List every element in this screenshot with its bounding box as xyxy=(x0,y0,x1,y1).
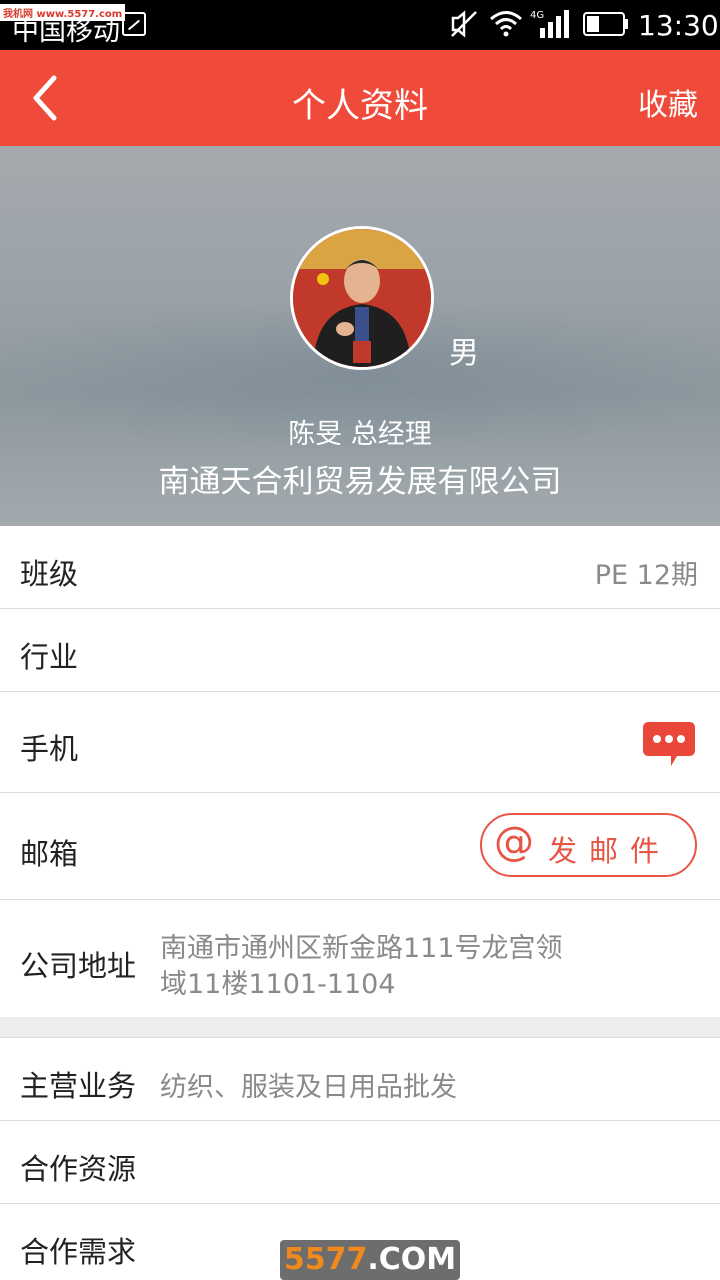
watermark-logo: 5577.COM xyxy=(280,1240,460,1280)
row-label: 手机 xyxy=(20,732,79,766)
image-notification-icon xyxy=(122,12,146,36)
name-title: 陈旻 总经理 xyxy=(288,419,432,450)
gender-label: 男 xyxy=(449,336,479,371)
at-icon: @ xyxy=(494,819,534,865)
row-class: 班级 PE 12期 xyxy=(0,526,720,609)
row-value: PE 12期 xyxy=(594,560,698,591)
row-label: 公司地址 xyxy=(20,949,137,983)
row-label: 合作资源 xyxy=(20,1152,137,1186)
address-line-2: 域11楼1101-1104 xyxy=(160,969,396,1000)
send-email-label: 发邮件 xyxy=(548,834,672,868)
row-label: 主营业务 xyxy=(20,1069,137,1103)
network-type: 4G xyxy=(530,10,544,21)
battery-icon xyxy=(583,12,628,36)
row-label: 行业 xyxy=(20,640,79,674)
avatar[interactable] xyxy=(290,226,434,370)
nav-bar: 个人资料 收藏 xyxy=(0,50,720,146)
address-line-1: 南通市通州区新金路111号龙宫领 xyxy=(160,933,563,964)
watermark-part-1: 5577 xyxy=(283,1242,368,1277)
message-icon[interactable] xyxy=(641,720,697,768)
favorite-button[interactable]: 收藏 xyxy=(638,80,698,124)
clock: 13:30 xyxy=(638,9,719,42)
page-title: 个人资料 xyxy=(292,86,428,126)
wifi-icon xyxy=(490,11,522,37)
row-address: 公司地址 南通市通州区新金路111号龙宫领 域11楼1101-1104 xyxy=(0,900,720,1017)
signal-icon: 4G xyxy=(530,10,569,38)
row-label: 合作需求 xyxy=(20,1235,137,1269)
send-email-button[interactable]: @ 发邮件 xyxy=(480,813,697,877)
profile-header: 男 陈旻 总经理 南通天合利贸易发展有限公司 xyxy=(0,146,720,526)
row-industry: 行业 xyxy=(0,609,720,692)
mute-icon xyxy=(451,10,477,38)
section-divider xyxy=(0,1017,720,1038)
row-phone: 手机 xyxy=(0,692,720,793)
row-label: 班级 xyxy=(20,557,79,591)
row-label: 邮箱 xyxy=(20,837,79,871)
avatar-photo xyxy=(293,229,431,367)
row-cooperation-resources: 合作资源 xyxy=(0,1121,720,1204)
row-main-business: 主营业务 纺织、服装及日用品批发 xyxy=(0,1038,720,1121)
watermark-part-2: .COM xyxy=(367,1242,457,1277)
row-value: 纺织、服装及日用品批发 xyxy=(160,1072,457,1103)
watermark-top: 我机网 www.5577.com xyxy=(0,4,126,21)
company-name: 南通天合利贸易发展有限公司 xyxy=(158,464,562,500)
status-bar: 中国移动 我机网 www.5577.com 4G 13:30 xyxy=(0,0,720,50)
